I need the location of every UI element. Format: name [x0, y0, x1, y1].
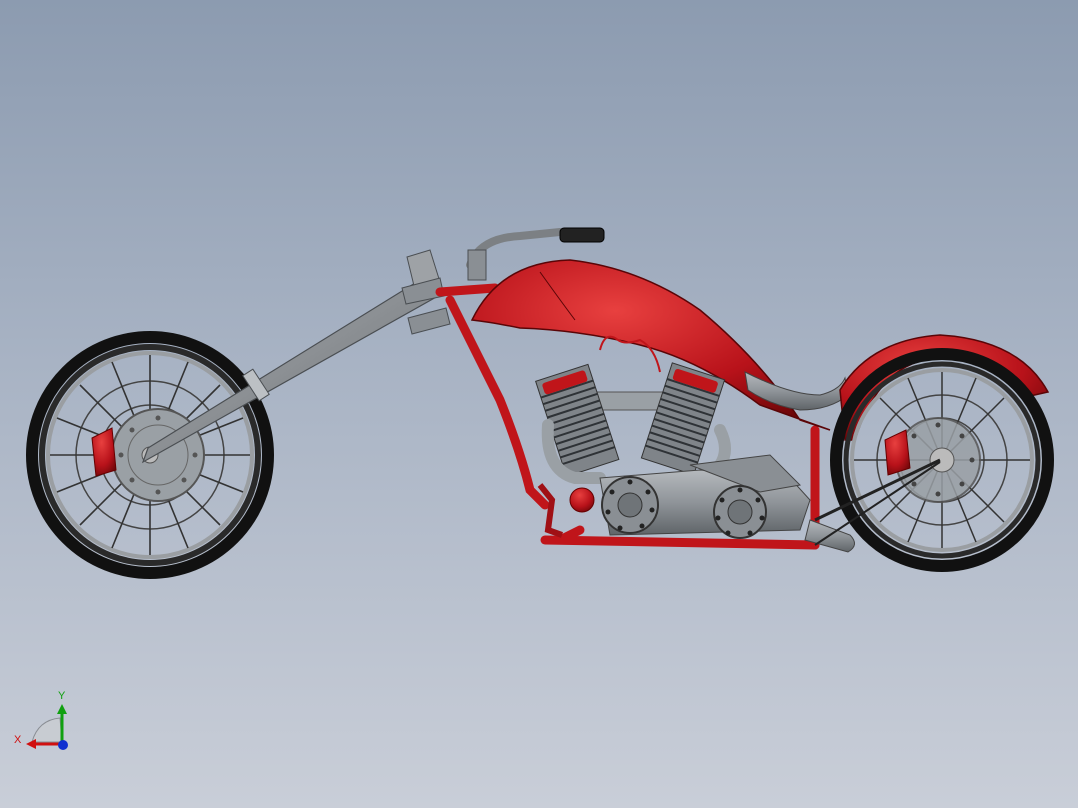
triad-plane	[31, 717, 63, 743]
primary-cover-front	[601, 476, 659, 534]
y-axis-label: Y	[58, 690, 66, 702]
motorcycle-model[interactable]	[26, 227, 1054, 579]
axis-triad: X Y	[14, 690, 68, 750]
z-axis-dot	[58, 740, 68, 750]
cad-viewport[interactable]	[0, 0, 1078, 808]
rear-cylinder	[640, 362, 726, 476]
x-axis-label: X	[14, 734, 22, 746]
primary-cover-rear	[713, 485, 767, 539]
